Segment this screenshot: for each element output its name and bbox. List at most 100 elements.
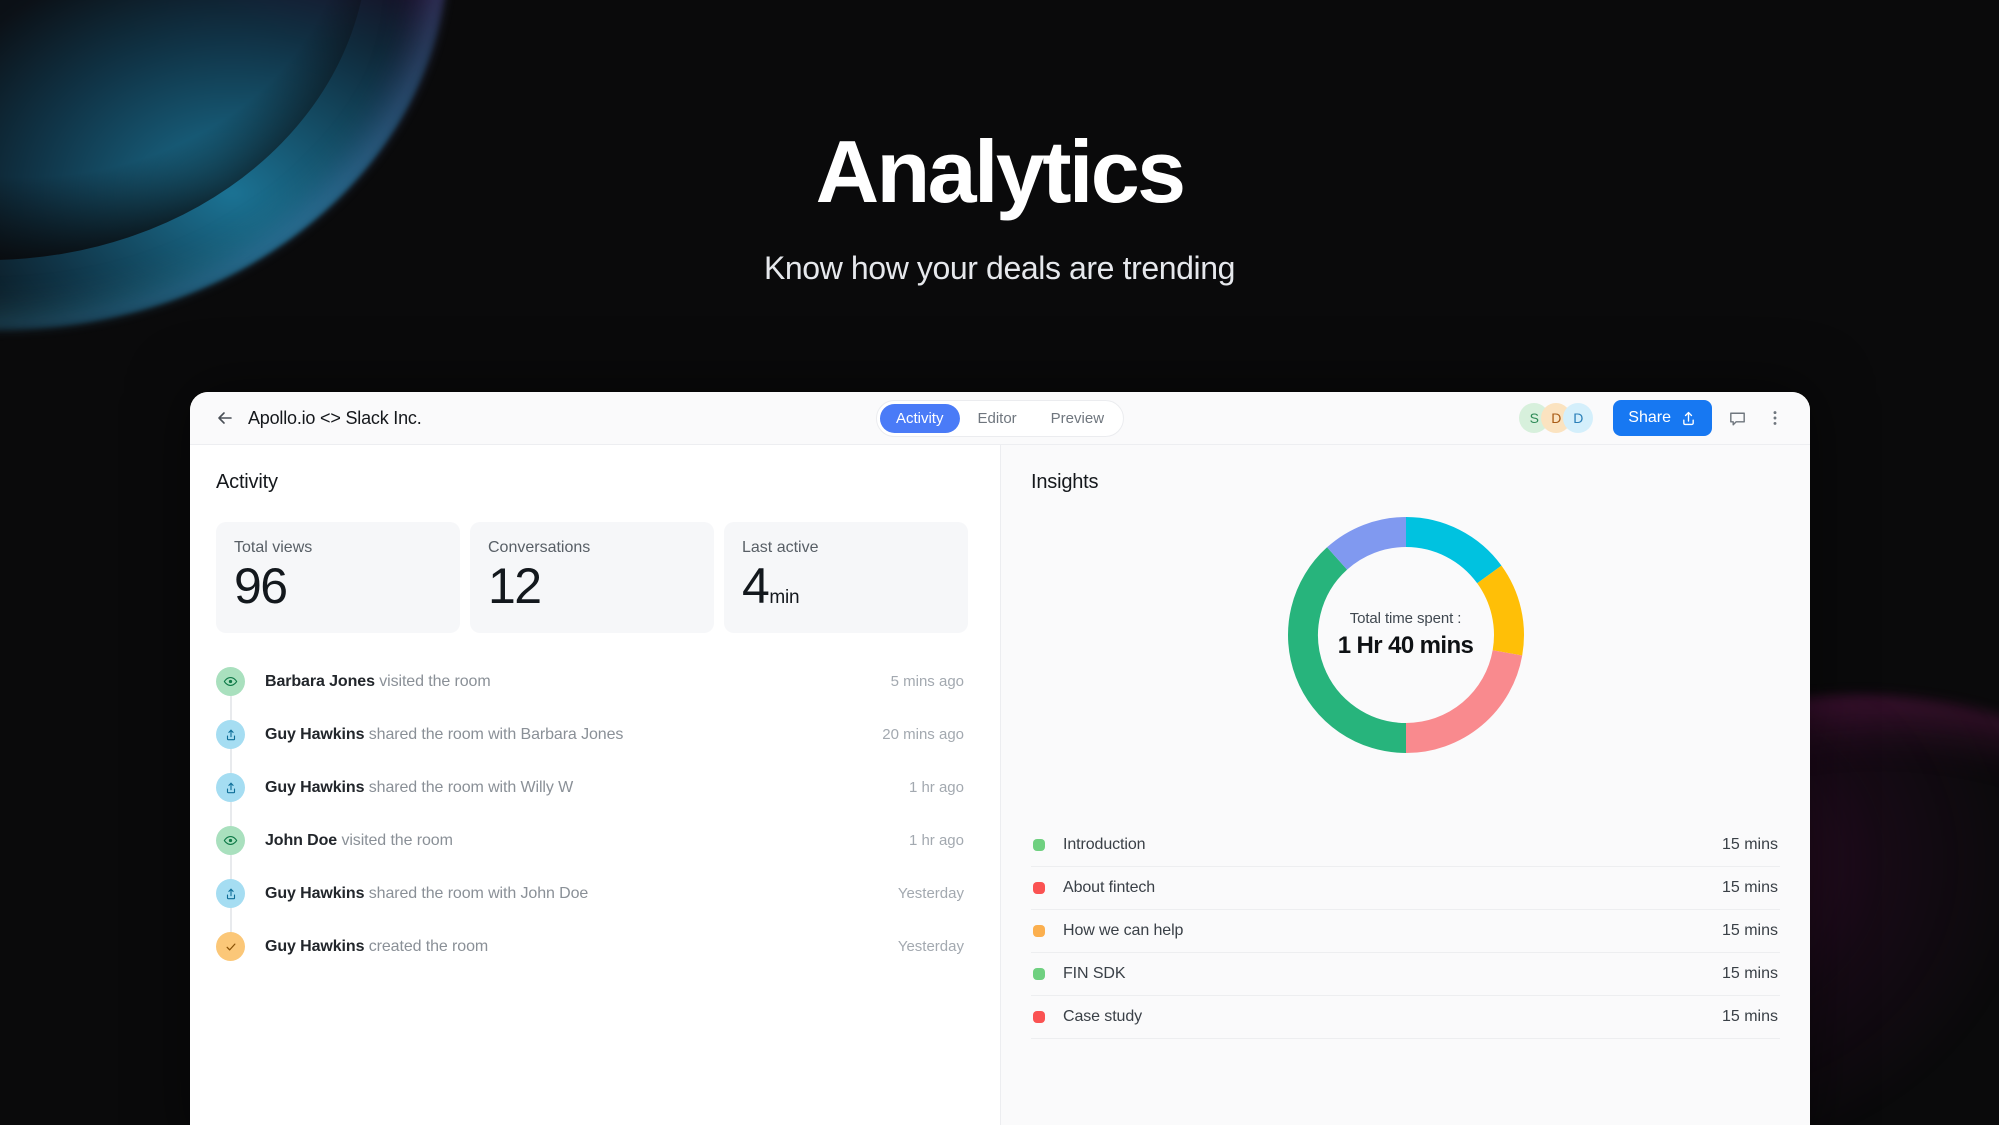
activity-actor: Guy Hawkins bbox=[265, 778, 365, 796]
eye-icon bbox=[216, 667, 245, 696]
activity-actor: John Doe bbox=[265, 831, 338, 849]
legend-label: Case study bbox=[1063, 1008, 1143, 1025]
window-body: Activity Total views 96 Conversations 12 bbox=[190, 445, 1810, 1125]
activity-text: Guy Hawkins shared the room with John Do… bbox=[265, 885, 588, 903]
view-tabs: Activity Editor Preview bbox=[875, 399, 1125, 437]
legend-label: How we can help bbox=[1063, 922, 1184, 939]
legend-value: 15 mins bbox=[1721, 879, 1778, 896]
page-root: Analytics Know how your deals are trendi… bbox=[0, 0, 1999, 1125]
share-icon bbox=[216, 879, 245, 908]
activity-time: Yesterday bbox=[897, 938, 964, 955]
legend-row[interactable]: Case study 15 mins bbox=[1031, 996, 1780, 1039]
activity-actor: Barbara Jones bbox=[265, 672, 375, 690]
activity-text: Guy Hawkins shared the room with Willy W bbox=[265, 779, 573, 797]
page-title: Analytics bbox=[815, 122, 1186, 221]
check-icon bbox=[216, 932, 245, 961]
legend-value: 15 mins bbox=[1721, 836, 1778, 853]
legend-value: 15 mins bbox=[1721, 922, 1778, 939]
window-topbar: Apollo.io <> Slack Inc. Activity Editor … bbox=[190, 392, 1810, 445]
activity-action: shared the room with John Doe bbox=[368, 884, 589, 902]
stat-number: 96 bbox=[234, 558, 288, 614]
tab-preview[interactable]: Preview bbox=[1035, 404, 1120, 433]
stat-value: 96 bbox=[234, 559, 442, 613]
legend-color-dot bbox=[1033, 925, 1045, 937]
donut-chart: Total time spent : 1 Hr 40 mins bbox=[1287, 516, 1525, 754]
legend-value: 15 mins bbox=[1721, 965, 1778, 982]
hero-section: Analytics Know how your deals are trendi… bbox=[0, 0, 1999, 287]
legend-label: FIN SDK bbox=[1063, 965, 1126, 982]
donut-caption: Total time spent : bbox=[1349, 610, 1462, 627]
activity-text: Barbara Jones visited the room bbox=[265, 673, 491, 691]
activity-action: created the room bbox=[368, 937, 489, 955]
stats-row: Total views 96 Conversations 12 Last act… bbox=[216, 522, 968, 633]
activity-actor: Guy Hawkins bbox=[265, 884, 365, 902]
stat-unit: min bbox=[769, 587, 800, 608]
legend-value: 15 mins bbox=[1721, 1008, 1778, 1025]
stat-number: 12 bbox=[488, 558, 542, 614]
activity-action: shared the room with Barbara Jones bbox=[368, 725, 624, 743]
legend-color-dot bbox=[1033, 968, 1045, 980]
stat-value: 12 bbox=[488, 559, 696, 613]
page-subtitle: Know how your deals are trending bbox=[763, 250, 1236, 286]
legend-color-dot bbox=[1033, 839, 1045, 851]
tab-activity[interactable]: Activity bbox=[879, 403, 960, 433]
stat-card-last-active: Last active 4min bbox=[724, 522, 968, 633]
activity-text: John Doe visited the room bbox=[265, 832, 453, 850]
more-vertical-icon[interactable] bbox=[1762, 405, 1788, 431]
share-button[interactable]: Share bbox=[1613, 400, 1712, 436]
activity-row[interactable]: Guy Hawkins shared the room with John Do… bbox=[216, 867, 968, 920]
activity-row[interactable]: Guy Hawkins created the room Yesterday bbox=[216, 920, 968, 973]
share-icon bbox=[216, 720, 245, 749]
legend-color-dot bbox=[1033, 1011, 1045, 1023]
avatar[interactable]: D bbox=[1563, 403, 1594, 433]
activity-row[interactable]: Guy Hawkins shared the room with Willy W… bbox=[216, 761, 968, 814]
activity-time: 1 hr ago bbox=[908, 779, 964, 796]
avatar-group: S D D bbox=[1519, 403, 1594, 433]
tab-editor[interactable]: Editor bbox=[961, 404, 1032, 433]
activity-action: visited the room bbox=[379, 672, 491, 690]
stat-number: 4 bbox=[742, 558, 770, 614]
legend-row[interactable]: Introduction 15 mins bbox=[1031, 824, 1780, 867]
legend-row[interactable]: FIN SDK 15 mins bbox=[1031, 953, 1780, 996]
donut-center-label: Total time spent : 1 Hr 40 mins bbox=[1287, 516, 1525, 754]
legend-label: Introduction bbox=[1063, 836, 1146, 853]
activity-panel: Activity Total views 96 Conversations 12 bbox=[190, 445, 1000, 1125]
activity-row[interactable]: John Doe visited the room 1 hr ago bbox=[216, 814, 968, 867]
activity-actor: Guy Hawkins bbox=[265, 725, 365, 743]
room-title: Apollo.io <> Slack Inc. bbox=[248, 407, 422, 428]
insights-panel-title: Insights bbox=[1031, 471, 1099, 493]
stat-value: 4min bbox=[742, 559, 950, 613]
legend-row[interactable]: How we can help 15 mins bbox=[1031, 910, 1780, 953]
comment-bubble-icon[interactable] bbox=[1724, 405, 1750, 431]
arrow-left-icon[interactable] bbox=[214, 407, 236, 429]
activity-action: visited the room bbox=[341, 831, 453, 849]
stat-label: Total views bbox=[234, 539, 313, 556]
activity-text: Guy Hawkins shared the room with Barbara… bbox=[265, 726, 623, 744]
legend-row[interactable]: About fintech 15 mins bbox=[1031, 867, 1780, 910]
activity-list: Barbara Jones visited the room 5 mins ag… bbox=[216, 655, 968, 973]
legend-label: About fintech bbox=[1063, 879, 1156, 896]
stat-label: Conversations bbox=[488, 539, 591, 556]
activity-action: shared the room with Willy W bbox=[368, 778, 574, 796]
activity-row[interactable]: Barbara Jones visited the room 5 mins ag… bbox=[216, 655, 968, 708]
share-upload-icon bbox=[1680, 410, 1697, 427]
stat-label: Last active bbox=[742, 539, 819, 556]
activity-time: 20 mins ago bbox=[882, 726, 964, 743]
share-icon bbox=[216, 773, 245, 802]
app-window: Apollo.io <> Slack Inc. Activity Editor … bbox=[190, 392, 1810, 1125]
activity-row[interactable]: Guy Hawkins shared the room with Barbara… bbox=[216, 708, 968, 761]
share-button-label: Share bbox=[1628, 409, 1671, 426]
insights-panel: Insights Total time spent : 1 Hr 40 mins… bbox=[1000, 445, 1810, 1125]
donut-total-value: 1 Hr 40 mins bbox=[1337, 632, 1474, 659]
legend-color-dot bbox=[1033, 882, 1045, 894]
activity-text: Guy Hawkins created the room bbox=[265, 938, 488, 956]
activity-actor: Guy Hawkins bbox=[265, 937, 365, 955]
activity-time: 5 mins ago bbox=[890, 673, 964, 690]
stat-card-total-views: Total views 96 bbox=[216, 522, 460, 633]
donut-chart-wrapper: Total time spent : 1 Hr 40 mins bbox=[1031, 516, 1780, 754]
topbar-actions: S D D Share bbox=[1519, 400, 1788, 436]
activity-time: Yesterday bbox=[897, 885, 964, 902]
insights-legend: Introduction 15 mins About fintech 15 mins H… bbox=[1031, 824, 1780, 1039]
stat-card-conversations: Conversations 12 bbox=[470, 522, 714, 633]
eye-icon bbox=[216, 826, 245, 855]
